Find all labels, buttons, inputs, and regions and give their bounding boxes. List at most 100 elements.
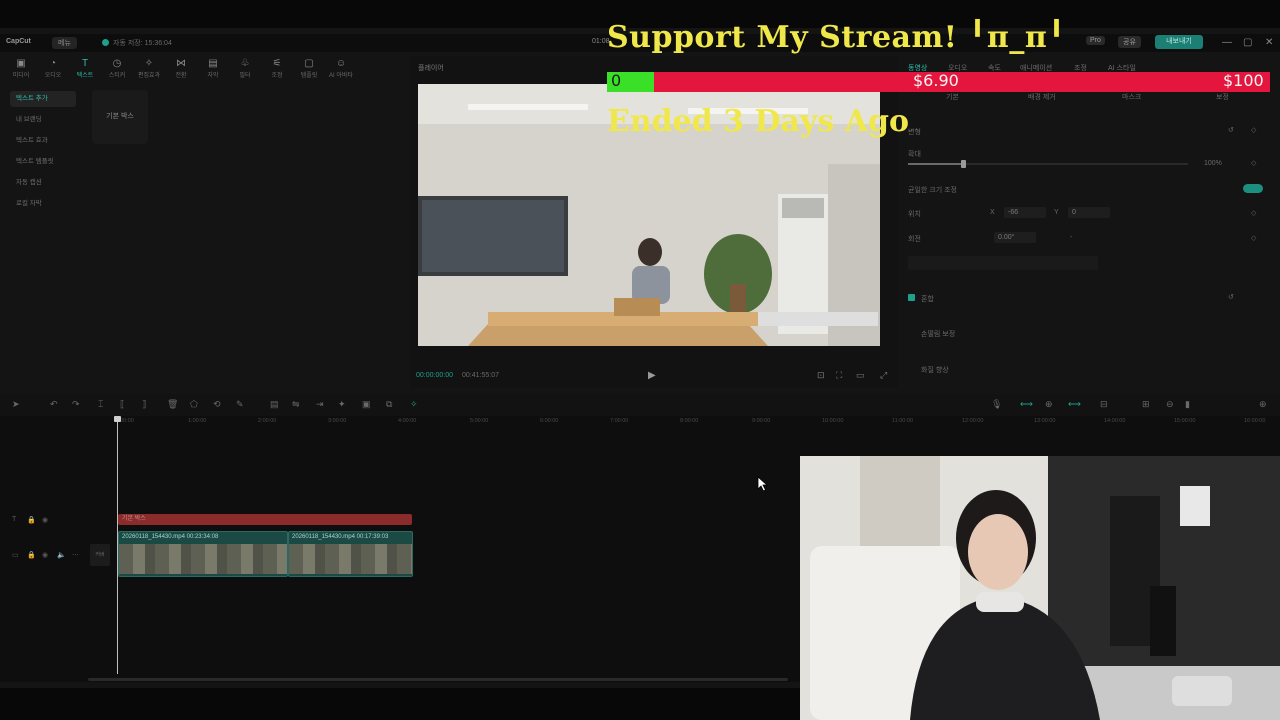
convert-icon[interactable]: ⧉ xyxy=(386,399,392,410)
enhance-label[interactable]: 화질 향상 xyxy=(921,365,949,375)
tab-effects[interactable]: ✧ 편집효과 xyxy=(134,58,164,79)
subtab-enhance[interactable]: 보정 xyxy=(1216,92,1229,102)
reset-icon[interactable]: ↺ xyxy=(1228,126,1234,134)
tab-filter[interactable]: ♧ 필터 xyxy=(230,58,260,79)
snap-icon[interactable]: ⊕ xyxy=(1045,399,1053,410)
crop-icon[interactable]: ⊡ xyxy=(817,370,825,381)
subtab-mask[interactable]: 마스크 xyxy=(1122,92,1141,102)
tab-media[interactable]: ▣ 미디어 xyxy=(6,58,36,79)
uniform-scale-toggle[interactable] xyxy=(1243,184,1263,193)
share-button[interactable]: 공유 xyxy=(1118,36,1141,48)
linkage-icon[interactable]: ⟷ xyxy=(1068,399,1081,410)
fit-icon[interactable]: ⊞ xyxy=(1142,399,1150,410)
transform-label[interactable]: 변형 xyxy=(908,127,921,137)
tab-captions[interactable]: ▤ 자막 xyxy=(198,58,228,79)
keyframe-icon[interactable]: ◇ xyxy=(1251,126,1256,134)
maximize-icon[interactable]: ▢ xyxy=(1243,37,1252,48)
cover-button[interactable]: 커버 xyxy=(90,544,110,566)
track-mute-icon[interactable]: 🔈 xyxy=(57,551,66,559)
track-more-icon[interactable]: ⋯ xyxy=(72,551,79,559)
tab-sticker[interactable]: ◷ 스티커 xyxy=(102,58,132,79)
zoom-slider-icon[interactable]: ▮ xyxy=(1185,399,1190,410)
position-keyframe-icon[interactable]: ◇ xyxy=(1251,209,1256,217)
mic-icon[interactable]: 🎙 xyxy=(991,399,1002,410)
ruler-tick: 14:00:00 xyxy=(1104,418,1126,424)
redo-icon[interactable]: ↷ xyxy=(72,399,80,410)
undo-icon[interactable]: ↶ xyxy=(50,399,58,410)
position-y-input[interactable]: 0 xyxy=(1068,207,1110,218)
play-icon[interactable]: ▶ xyxy=(648,370,656,381)
video-clip[interactable]: 20260118_154430.mp4 00:17:39:03 xyxy=(288,531,413,577)
text-clip[interactable]: 기본 박스 xyxy=(118,514,412,525)
ruler-tick: 13:00:00 xyxy=(1034,418,1056,424)
side-item-local-captions[interactable]: 로컬 자막 xyxy=(10,196,76,212)
magic-icon[interactable]: ✦ xyxy=(338,399,346,410)
scale-value[interactable]: 100% xyxy=(1204,160,1222,167)
select-tool-icon[interactable]: ➤ xyxy=(12,399,20,410)
link-icon[interactable]: ⟷ xyxy=(1020,399,1033,410)
caption-tool-icon[interactable]: ▤ xyxy=(270,399,279,410)
side-item-text-effects[interactable]: 텍스트 효과 xyxy=(10,133,76,149)
side-item-auto-captions[interactable]: 자동 캡션 xyxy=(10,175,76,191)
tab-transition[interactable]: ⋈ 전환 xyxy=(166,58,196,79)
playhead-handle[interactable] xyxy=(114,416,121,422)
minimize-icon[interactable]: — xyxy=(1222,37,1232,48)
stabilize-label[interactable]: 손떨림 보정 xyxy=(921,329,955,339)
zoom-out-icon[interactable]: ⊖ xyxy=(1166,399,1174,410)
ratio-icon[interactable]: ▭ xyxy=(856,370,865,381)
scale-keyframe-icon[interactable]: ◇ xyxy=(1251,159,1256,167)
track-lock-icon[interactable]: 🔒 xyxy=(27,516,36,524)
split-icon[interactable]: ⌶ xyxy=(98,399,103,410)
ruler-tick: 7:00:00 xyxy=(610,418,629,424)
stream-support-title: Support My Stream! ╹π_π╹ xyxy=(607,20,1066,55)
resize-icon[interactable]: ▣ xyxy=(362,399,371,410)
track-video-icon: ▭ xyxy=(12,552,19,559)
fullscreen-icon[interactable]: ⤢ xyxy=(880,370,887,381)
track-visibility-icon[interactable]: ◉ xyxy=(42,551,48,559)
side-item-text-templates[interactable]: 텍스트 템플릿 xyxy=(10,154,76,170)
zoom-in-icon[interactable]: ⊕ xyxy=(1259,399,1267,410)
track-visibility-icon[interactable]: ◉ xyxy=(42,516,48,524)
marker-icon[interactable]: ⬠ xyxy=(190,399,198,410)
playhead[interactable] xyxy=(117,418,118,674)
tab-template[interactable]: ▢ 템플릿 xyxy=(294,58,324,79)
subtab-basic[interactable]: 기본 xyxy=(946,92,959,102)
alignment-buttons[interactable] xyxy=(908,256,1098,270)
split-right-icon[interactable]: ⟧ xyxy=(142,399,146,410)
rotate-keyframe-icon[interactable]: ◇ xyxy=(1251,234,1256,242)
subtab-remove-bg[interactable]: 배경 제거 xyxy=(1028,92,1056,102)
scale-slider-handle[interactable] xyxy=(961,160,966,168)
tab-ai-avatar[interactable]: ☺ AI 아바타 xyxy=(326,58,356,79)
side-item-add-text[interactable]: 텍스트 추가 xyxy=(10,91,76,107)
timeline-scrollbar[interactable] xyxy=(88,678,788,681)
track-lock-icon[interactable]: 🔒 xyxy=(27,551,36,559)
rotate-dash: - xyxy=(1070,234,1073,241)
crop-tool-icon[interactable]: ⟲ xyxy=(213,399,221,410)
preview-axis-icon[interactable]: ⊟ xyxy=(1100,399,1108,410)
mirror-icon[interactable]: ⇋ xyxy=(292,399,300,410)
basic-box-preset[interactable]: 기본 박스 xyxy=(92,90,148,144)
ruler-tick: 4:00:00 xyxy=(398,418,417,424)
ai-tool-icon[interactable]: ✧ xyxy=(410,399,418,410)
pro-badge[interactable]: Pro xyxy=(1086,36,1105,45)
rotate-input[interactable]: 0.00° xyxy=(994,232,1036,243)
focus-icon[interactable]: ⛶ xyxy=(836,370,842,381)
delete-icon[interactable]: 🗑 xyxy=(167,399,178,410)
adjust-icon: ⚟ xyxy=(272,58,282,69)
video-clip[interactable]: 20260118_154430.mp4 00:23:34:08 xyxy=(118,531,288,577)
position-x-input[interactable]: -66 xyxy=(1004,207,1046,218)
speed-tool-icon[interactable]: ⇥ xyxy=(316,399,324,410)
tab-audio[interactable]: ◔ 오디오 xyxy=(38,58,68,79)
webcam-feed xyxy=(800,456,1280,720)
tab-adjust[interactable]: ⚟ 조정 xyxy=(262,58,292,79)
close-icon[interactable]: ✕ xyxy=(1265,37,1273,48)
split-left-icon[interactable]: ⟦ xyxy=(120,399,124,410)
ruler-tick: 2:00:00 xyxy=(258,418,277,424)
freeze-icon[interactable]: ✎ xyxy=(236,399,244,410)
side-item-branding[interactable]: 내 브랜딩 xyxy=(10,112,76,128)
menu-button[interactable]: 메뉴 xyxy=(52,37,77,49)
export-button[interactable]: 내보내기 xyxy=(1155,35,1203,49)
tab-text[interactable]: T 텍스트 xyxy=(70,58,100,79)
blend-checkbox[interactable] xyxy=(908,294,915,301)
blend-reset-icon[interactable]: ↺ xyxy=(1228,293,1234,301)
